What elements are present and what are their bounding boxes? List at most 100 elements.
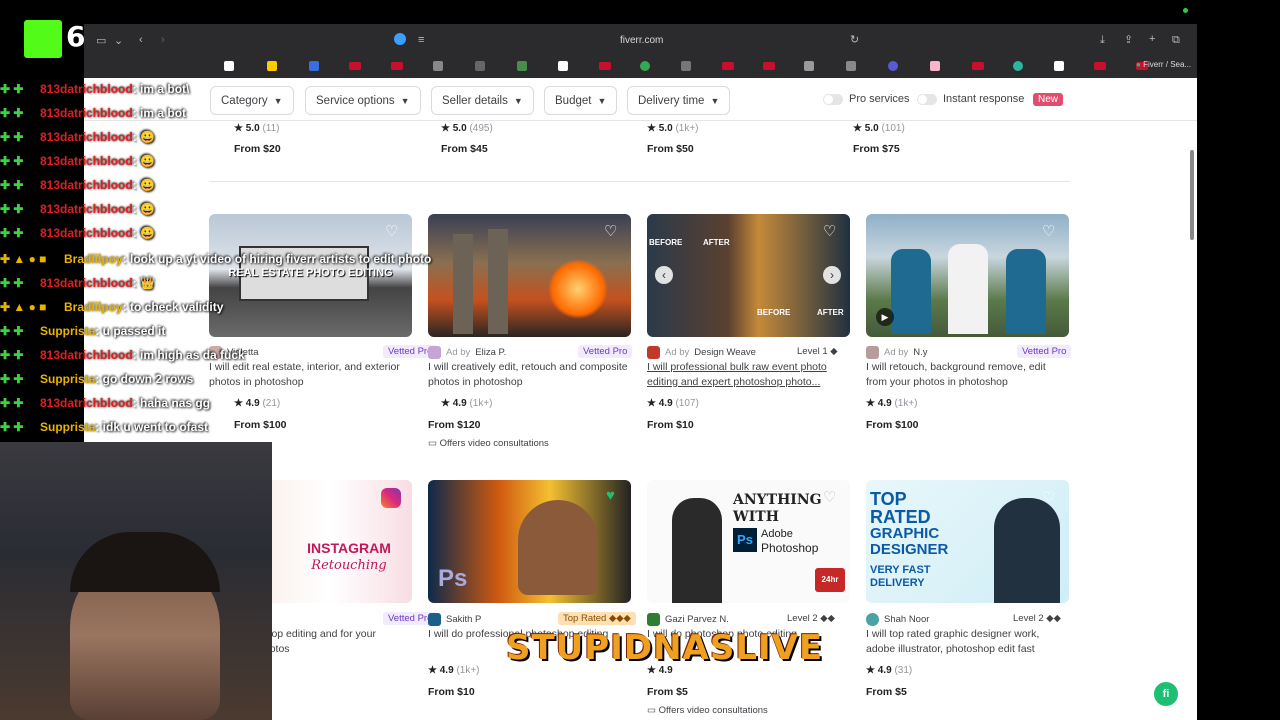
seller-name[interactable]: Gazi Parvez N. (665, 614, 729, 625)
chevron-down-icon: ▼ (597, 95, 607, 106)
youtube-icon[interactable] (599, 62, 611, 70)
extension-icon[interactable] (394, 33, 406, 45)
chat-username: Supprista (40, 420, 96, 434)
fav-icon[interactable] (224, 61, 234, 71)
fav-icon[interactable] (930, 61, 940, 71)
fav-icon[interactable] (888, 61, 898, 71)
chat-username: 813datrichblood (40, 348, 133, 362)
chevron-down-icon[interactable]: ⌄ (114, 35, 123, 47)
seller-name[interactable]: Shah Noor (884, 614, 929, 625)
gig-title[interactable]: I will top rated graphic designer work, … (866, 627, 1069, 657)
rating: ★ 4.9 (107) (647, 398, 699, 409)
browser-toolbar: ▭ ⌄ ‹ › ≡ fiverr.com ↻ ⤓ ⇪ + ⧉ ● Fiverr … (84, 24, 1197, 78)
seller-name[interactable]: Sakith P (446, 614, 481, 625)
heart-icon[interactable]: ♡ (823, 224, 836, 239)
chat-message: : 😀 (132, 178, 155, 192)
fav-icon[interactable] (846, 61, 856, 71)
back-icon[interactable]: ‹ (139, 34, 143, 46)
new-tab-icon[interactable]: + (1149, 33, 1155, 45)
fav-icon[interactable] (1054, 61, 1064, 71)
youtube-icon[interactable] (391, 62, 403, 70)
gig-title[interactable]: I will retouch, background remove, edit … (866, 360, 1069, 390)
category-filter[interactable]: Category ▼ (210, 86, 294, 115)
next-arrow-icon[interactable]: › (823, 266, 841, 284)
fav-icon[interactable] (1013, 61, 1023, 71)
seller-details-filter[interactable]: Seller details ▼ (431, 86, 534, 115)
rating: ★ 5.0 (101) (853, 123, 905, 134)
heart-icon[interactable]: ♥ (606, 488, 615, 503)
budget-filter[interactable]: Budget ▼ (544, 86, 618, 115)
video-consult-note: ▭ Offers video consultations (428, 438, 549, 449)
badge-icon: ✚ ✚ (0, 130, 24, 144)
play-icon[interactable]: ▶ (876, 308, 894, 326)
instant-response-toggle[interactable] (917, 94, 937, 105)
seller-name[interactable]: N.y (913, 347, 927, 358)
forward-icon[interactable]: › (161, 34, 165, 46)
tabs-overview-icon[interactable]: ⧉ (1172, 34, 1180, 46)
before-label: BEFORE (649, 238, 683, 247)
share-icon[interactable]: ⇪ (1124, 34, 1133, 46)
fav-icon[interactable] (681, 61, 691, 71)
fav-icon[interactable] (309, 61, 319, 71)
gig-thumbnail[interactable]: Ps ♥ (428, 480, 631, 603)
ad-label: Ad by (446, 347, 471, 358)
thumbnail-caption: Adobe (761, 528, 793, 540)
scrollbar[interactable] (1190, 150, 1194, 240)
divider (209, 181, 1070, 182)
reader-icon[interactable]: ≡ (418, 34, 424, 46)
rating: ★ 5.0 (1k+) (647, 123, 699, 134)
gig-thumbnail[interactable]: BEFORE AFTER BEFORE AFTER ‹ › ♡ (647, 214, 850, 337)
gig-thumbnail[interactable]: ♡ (428, 214, 631, 337)
gig-thumbnail[interactable]: ▶ ♡ (866, 214, 1069, 337)
heart-icon[interactable]: ♡ (823, 490, 836, 505)
download-icon[interactable]: ⤓ (1100, 34, 1105, 46)
fav-icon[interactable] (475, 61, 485, 71)
address-bar[interactable]: fiverr.com (620, 35, 663, 46)
reload-icon[interactable]: ↻ (850, 34, 859, 46)
fav-icon[interactable] (267, 61, 277, 71)
pro-services-toggle[interactable] (823, 94, 843, 105)
badge-icon: ✚ ✚ (0, 106, 24, 120)
top-rated-badge: Top Rated ◆◆◆ (558, 612, 636, 625)
heart-icon[interactable]: ♡ (385, 224, 398, 239)
fiverr-tab-label[interactable]: ● Fiverr / Sea... (1136, 60, 1191, 69)
fiverr-help-button[interactable]: fi (1154, 682, 1178, 706)
delivery-time-filter[interactable]: Delivery time ▼ (627, 86, 731, 115)
youtube-icon[interactable] (349, 62, 361, 70)
badge-icon: ✚ ▲ ● ■ (0, 252, 47, 266)
youtube-icon[interactable] (763, 62, 775, 70)
thumbnail-caption: GRAPHIC (870, 525, 940, 542)
youtube-icon[interactable] (972, 62, 984, 70)
youtube-icon[interactable] (722, 62, 734, 70)
seller-name[interactable]: Eliza P. (475, 347, 506, 358)
thumbnail-caption: DELIVERY (870, 577, 925, 589)
heart-icon[interactable]: ♡ (604, 224, 617, 239)
avatar (647, 346, 660, 359)
fav-icon[interactable] (558, 61, 568, 71)
fav-icon[interactable] (517, 61, 527, 71)
seller-details-label: Seller details (442, 94, 508, 107)
gig-thumbnail[interactable]: REAL ESTATE PHOTO EDITING ♡ (209, 214, 412, 337)
after-label: AFTER (703, 238, 730, 247)
service-options-filter[interactable]: Service options ▼ (305, 86, 421, 115)
youtube-icon[interactable] (1094, 62, 1106, 70)
before-label: BEFORE (757, 308, 791, 317)
new-badge: New (1033, 93, 1064, 106)
gig-title[interactable]: I will professional bulk raw event photo… (647, 360, 850, 390)
prev-arrow-icon[interactable]: ‹ (655, 266, 673, 284)
google-icon[interactable] (640, 61, 650, 71)
fav-icon[interactable] (433, 61, 443, 71)
chat-message: : u passed it (95, 324, 166, 338)
gig-thumbnail[interactable]: ANYTHING WITH Ps Adobe Photoshop 24hr ♡ (647, 480, 850, 603)
gig-thumbnail[interactable]: TOP RATED GRAPHIC DESIGNER VERY FAST DEL… (866, 480, 1069, 603)
sidebar-icon[interactable]: ▭ (96, 35, 106, 47)
child-image (518, 500, 598, 595)
status-dot (1183, 8, 1188, 13)
seller-name[interactable]: Design Weave (694, 347, 756, 358)
heart-icon[interactable]: ♡ (1042, 490, 1055, 505)
gig-title[interactable]: I will creatively edit, retouch and comp… (428, 360, 631, 390)
heart-icon[interactable]: ♡ (1042, 224, 1055, 239)
fav-icon[interactable] (804, 61, 814, 71)
chevron-down-icon: ▼ (400, 95, 410, 106)
price: From $100 (234, 419, 287, 431)
